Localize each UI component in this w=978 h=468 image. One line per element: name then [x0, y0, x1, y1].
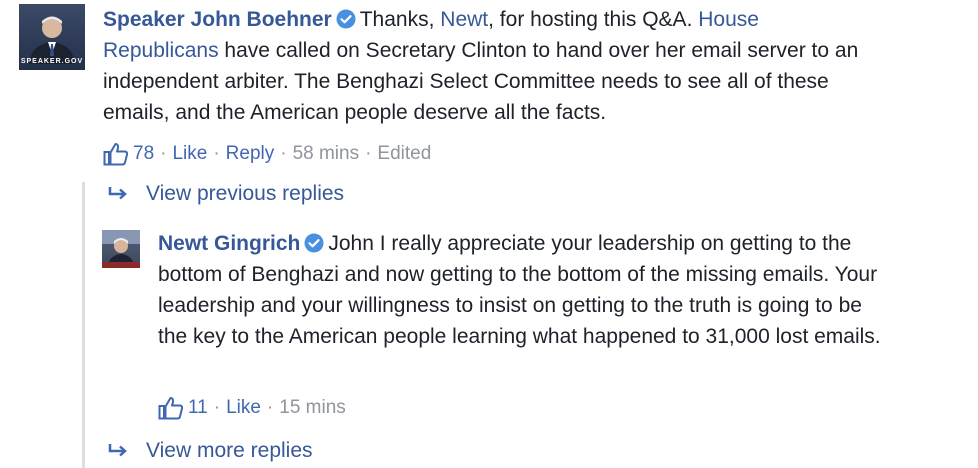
separator: ·: [266, 397, 274, 418]
reply-body: Newt Gingrich John I really appreciate yo…: [158, 228, 893, 352]
view-more-replies-label[interactable]: View more replies: [146, 439, 313, 463]
timestamp[interactable]: 58 mins: [293, 143, 360, 165]
avatar[interactable]: [102, 230, 140, 268]
separator: ·: [365, 143, 372, 164]
like-count[interactable]: 78: [133, 143, 154, 165]
reply-author[interactable]: Newt Gingrich: [158, 232, 300, 255]
mention-newt[interactable]: Newt: [440, 8, 488, 31]
timestamp[interactable]: 15 mins: [279, 397, 346, 419]
separator: ·: [280, 143, 287, 164]
comment-text-part: Thanks,: [359, 8, 441, 31]
like-count[interactable]: 11: [188, 397, 208, 419]
comment-actions: 78 · Like · Reply · 58 mins · Edited: [103, 141, 431, 167]
avatar-caption: SPEAKER.GOV: [20, 58, 84, 65]
newt-portrait: [102, 230, 140, 268]
like-button[interactable]: Like: [226, 397, 261, 419]
separator: ·: [213, 397, 221, 418]
comment-author[interactable]: Speaker John Boehner: [103, 8, 332, 31]
verified-badge-icon: [336, 9, 356, 29]
thumbs-up-icon[interactable]: [158, 396, 184, 420]
comment-body: Speaker John Boehner Thanks, Newt, for ho…: [103, 4, 863, 128]
reply-arrow-icon: [108, 187, 127, 200]
reply-thread-line: [82, 182, 85, 468]
like-button[interactable]: Like: [172, 143, 207, 165]
separator: ·: [160, 143, 167, 164]
avatar[interactable]: SPEAKER.GOV: [19, 4, 85, 70]
view-more-replies[interactable]: View more replies: [108, 437, 313, 465]
view-previous-replies[interactable]: View previous replies: [108, 180, 344, 208]
reply-arrow-icon: [108, 444, 127, 457]
reply-button[interactable]: Reply: [226, 143, 275, 165]
separator: ·: [213, 143, 220, 164]
thumbs-up-icon[interactable]: [103, 142, 129, 166]
view-previous-replies-label[interactable]: View previous replies: [146, 182, 344, 206]
reply-actions: 11 · Like · 15 mins: [158, 395, 346, 421]
edited-label[interactable]: Edited: [377, 143, 431, 165]
verified-badge-icon: [304, 233, 324, 253]
comment-text-part: , for hosting this Q&A.: [488, 8, 699, 31]
